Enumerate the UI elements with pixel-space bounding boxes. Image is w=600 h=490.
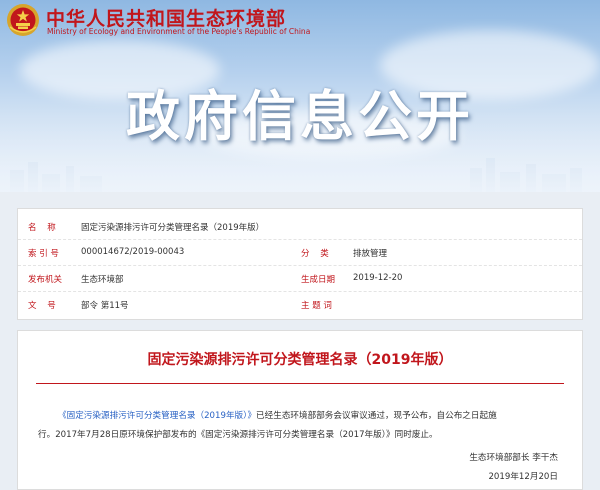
signature-block: 生态环境部部长 李干杰 2019年12月20日 [358,449,558,487]
signatory: 生态环境部部长 李干杰 [469,453,558,463]
category-value: 排放管理 [353,249,388,259]
metadata-row-index: 索 引 号 000014672/2019-00043 分 类 排放管理 [18,239,582,266]
ministry-name-en: Ministry of Ecology and Environment of t… [47,27,311,36]
document-number-label: 文 号 [28,301,56,311]
body-line-1: 《固定污染源排污许可分类管理名录（2019年版）》已经生态环境部部务会议审议通过… [58,407,558,426]
metadata-row-docno: 文 号 部令 第11号 主 题 词 [18,291,582,317]
metadata-row-issuer: 发布机关 生态环境部 生成日期 2019-12-20 [18,265,582,292]
name-label: 名 称 [28,223,56,233]
issuer-value: 生态环境部 [81,275,124,285]
issuer-label: 发布机关 [28,275,63,285]
title-divider [36,383,564,384]
metadata-row-name: 名 称 固定污染源排污许可分类管理名录（2019年版） [18,213,582,240]
subject-words-label: 主 题 词 [301,301,332,311]
date-label: 生成日期 [301,275,336,285]
body-line-2: 行。2017年7月28日原环境保护部发布的《固定污染源排污许可分类管理名录（20… [38,430,438,440]
sign-date: 2019年12月20日 [488,472,558,482]
category-label: 分 类 [301,249,329,259]
document-link[interactable]: 《固定污染源排污许可分类管理名录（2019年版）》 [58,411,256,421]
article-body: 《固定污染源排污许可分类管理名录（2019年版）》已经生态环境部部务会议审议通过… [38,407,558,445]
document-number-value: 部令 第11号 [81,301,129,311]
index-number-value: 000014672/2019-00043 [81,247,185,257]
banner-title: 政府信息公开 [126,85,474,148]
header-banner: 中华人民共和国生态环境部 Ministry of Ecology and Env… [0,0,600,192]
document-metadata-table: 名 称 固定污染源排污许可分类管理名录（2019年版） 索 引 号 000014… [17,208,583,320]
name-value: 固定污染源排污许可分类管理名录（2019年版） [81,223,265,233]
article-title: 固定污染源排污许可分类管理名录（2019年版） [147,352,453,368]
index-number-label: 索 引 号 [28,249,59,259]
body-line-1-text: 已经生态环境部部务会议审议通过，现予公布，自公布之日起施 [256,411,497,421]
national-emblem-icon [7,4,39,36]
article-panel: 固定污染源排污许可分类管理名录（2019年版） 《固定污染源排污许可分类管理名录… [17,330,583,490]
date-value: 2019-12-20 [353,273,403,283]
